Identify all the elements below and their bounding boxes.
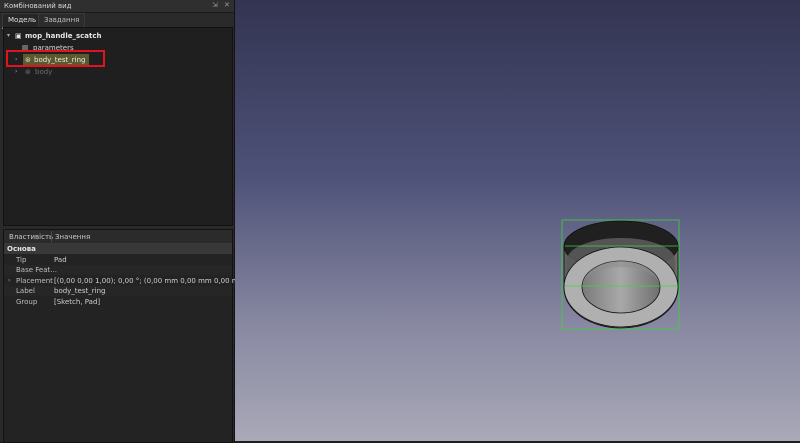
tab-tasks[interactable]: Завдання [38,13,86,27]
expand-arrow-icon[interactable]: › [8,276,10,286]
property-name: Base Feat... [16,266,57,274]
property-name: Label [16,287,35,295]
tree-root-label: mop_handle_scatch [25,32,102,40]
property-row-base-feature[interactable]: Base Feat... [4,265,232,275]
property-group-base[interactable]: Основа [4,244,232,254]
close-icon[interactable]: ✕ [224,1,230,9]
annotation-highlight-box [6,50,105,67]
property-group-label: Основа [7,245,36,253]
column-divider[interactable] [51,231,52,242]
property-name: Placement [16,277,53,285]
property-row-label[interactable]: Label body_test_ring [4,286,232,296]
combo-view-panel: Комбінований вид ⇲ ✕ Модель Завдання ▾ ▣… [0,0,251,443]
panel-title: Комбінований вид [4,2,72,10]
tree-root-row[interactable]: ▾ ▣ mop_handle_scatch [4,31,230,41]
tree-item-body[interactable]: › ⊛ body [4,67,230,77]
undock-icon[interactable]: ⇲ [212,1,218,9]
tree-item-label: body [35,68,53,76]
property-name: Group [16,298,38,306]
expand-arrow-icon[interactable]: › [15,67,17,77]
property-value[interactable]: body_test_ring [54,286,105,296]
property-panel: Властивість Значення Основа Tip Pad Base… [3,229,251,443]
property-row-tip[interactable]: Tip Pad [4,255,232,265]
body-icon: ⊛ [25,68,31,76]
property-column-header[interactable]: Властивість [9,233,53,241]
panel-header: Комбінований вид ⇲ ✕ [0,0,234,13]
property-value[interactable]: [Sketch, Pad] [54,297,100,307]
viewport-canvas [561,219,680,330]
property-value[interactable]: [(0,00 0,00 1,00); 0,00 °; (0,00 mm 0,00… [54,276,251,286]
property-header: Властивість Значення [4,230,232,244]
property-row-group[interactable]: Group [Sketch, Pad] [4,297,232,307]
tab-bar: Модель Завдання [0,13,234,29]
property-value[interactable]: Pad [54,255,67,265]
3d-viewport[interactable] [235,0,800,441]
document-icon: ▣ [15,32,22,40]
ring-model[interactable] [563,220,679,329]
property-name: Tip [16,256,27,264]
value-column-header[interactable]: Значення [55,233,90,241]
property-row-placement[interactable]: › Placement [(0,00 0,00 1,00); 0,00 °; (… [4,276,251,286]
collapse-arrow-icon[interactable]: ▾ [7,31,10,41]
